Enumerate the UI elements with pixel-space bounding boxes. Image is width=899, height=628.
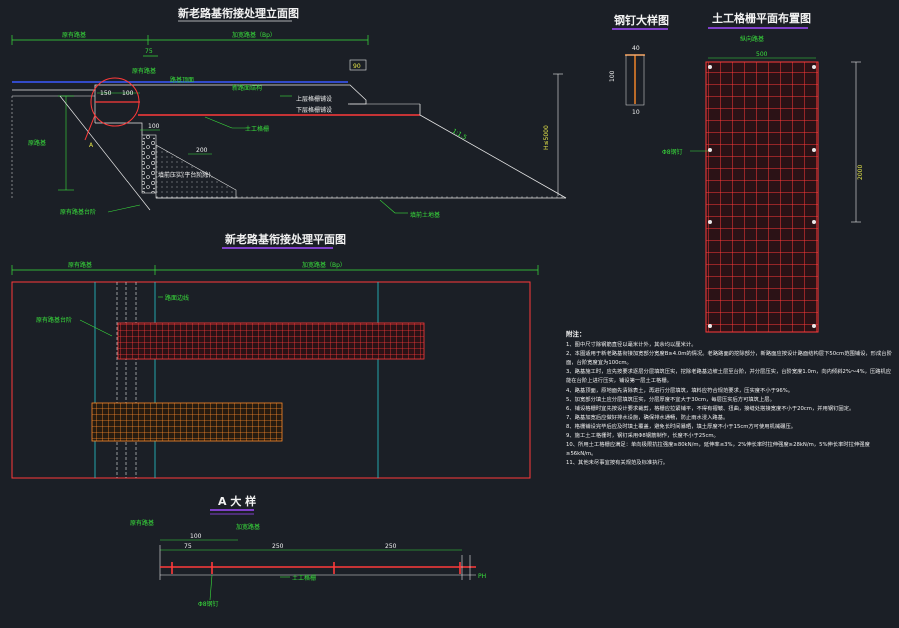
label-side: 原路基 [28,139,46,147]
dim-75: 75 [145,48,153,55]
note-item: 7、路基加宽后应做好排水设施，确保排水通畅，防止雨水浸入路基。 [566,414,729,421]
dim-old-road: 原有路基 [62,31,86,39]
label-new-pavement: 新路面结构 [232,84,262,92]
note-item: 4、路基顶面，原地面先清除表土，再进行分层填筑，填料应符合规范要求，压实度不小于… [566,387,794,394]
detail-a-view: A 大 样 原有路基 加宽路基 100 75 250 250 土工格栅 Φ8钢钉… [130,494,486,608]
dim-100: 100 [122,90,134,97]
note-item: 9、施工土工格栅时，钢钉采用Φ8钢筋制作，长度不小于25cm。 [566,433,719,440]
detail-a-old: 原有路基 [130,519,154,527]
nail-dim-side: 100 [609,70,616,82]
label-lower-grid: 下层格栅铺设 [296,106,332,114]
grid-dim-top: 纵向路基 [740,35,764,43]
plan-label-edge: 路面边线 [165,294,189,302]
grid-layout-view: 土工格栅平面布置图 纵向路基 500 Φ8钢钉 2000 [662,11,864,333]
label-toe: 填前土地基 [410,211,440,219]
dim-new-road: 加宽路基（Bp） [232,31,276,39]
note-item: 2、本图适用于新老路基衔接加宽部分宽度B≥4.0m的情况。老路路面的挖除部分，新… [566,351,892,367]
label-geogrid: 土工格栅 [245,125,269,133]
grid-label-nail: Φ8钢钉 [662,148,683,156]
detail-a-new: 加宽路基 [236,523,260,531]
label-road-top: 路基顶面 [170,76,194,84]
detail-a-dim75: 75 [184,543,192,550]
detail-a-dim100: 100 [190,533,202,540]
elevation-title: 新老路基衔接处理立面图 [178,6,299,20]
label-detail-a: A [89,142,94,149]
elevation-view: 新老路基衔接处理立面图 原有路基 加宽路基（Bp） 75 原有路基 路基顶面 新… [11,6,567,219]
detail-a-dim250a: 250 [272,543,284,550]
dim-height: H≤5000 [543,125,550,150]
plan-dim-old: 原有路基 [68,261,92,269]
plan-title: 新老路基衔接处理平面图 [225,232,346,246]
notes-panel: 附注： 1、图中尺寸除钢筋直径以毫米计外，其余均以厘米计。 2、本图适用于新老路… [566,330,892,468]
dim-200: 200 [196,147,208,154]
note-item: 11、其他未尽事宜按有关规范及标准执行。 [566,460,669,467]
note-item: 8、格栅铺设完毕后应及时填土覆盖，避免长时间暴晒，填土厚度不小于15cm方可使用… [566,423,797,430]
plan-label-step: 原有路基台阶 [36,316,72,324]
nail-title: 钢钉大样图 [614,13,669,27]
note-item: 5、加宽部分填土应分层填筑压实，分层厚度不宜大于30cm，每层压实后方可填筑上层… [566,396,775,403]
label-backfill: 填前压实(平台阶除) [158,171,211,179]
detail-a-grid: 土工格栅 [292,574,316,582]
label-old-road-top: 原有路基 [132,67,156,75]
detail-a-title: A 大 样 [218,494,256,508]
nail-detail: 钢钉大样图 40 100 10 [609,13,669,116]
plan-dim-new: 加宽路基（Bp） [302,261,346,269]
plan-view: 新老路基衔接处理平面图 原有路基 加宽路基（Bp） 路面边线 原有路基台阶 [11,232,539,479]
dim-150: 150 [100,90,112,97]
note-item: 10、所用土工格栅应满足：单向极限抗拉强度≥80kN/m，延伸率≤3%，2%伸长… [566,442,870,458]
grid-dim-height: 2000 [857,165,864,180]
note-item: 3、路基施工时，应先按要求逐层分层填筑压实，挖除老路基边坡土层至台阶，并分层压实… [566,369,892,385]
detail-a-ph: PH [478,573,486,580]
detail-a-dim250b: 250 [385,543,397,550]
note-item: 6、铺设格栅时宜先按设计要求裁剪，格栅应拉紧铺平，不得有褶皱、扭曲，接缝处搭接宽… [566,405,855,412]
dim-90: 90 [353,63,361,70]
nail-dim-top: 40 [632,45,640,52]
dim-100b: 100 [148,123,160,130]
label-upper-grid: 上层格栅铺设 [296,95,332,103]
cad-drawing: 新老路基衔接处理立面图 原有路基 加宽路基（Bp） 75 原有路基 路基顶面 新… [11,6,864,608]
nail-dim-bottom: 10 [632,109,640,116]
detail-a-nail: Φ8钢钉 [198,600,219,608]
grid-title: 土工格栅平面布置图 [712,11,811,25]
notes-title: 附注： [566,330,586,338]
label-slope: 1:1.5 [451,128,468,142]
label-step: 原有路基台阶 [60,208,96,216]
note-item: 1、图中尺寸除钢筋直径以毫米计外，其余均以厘米计。 [566,342,697,349]
grid-dim-width: 500 [756,51,768,58]
